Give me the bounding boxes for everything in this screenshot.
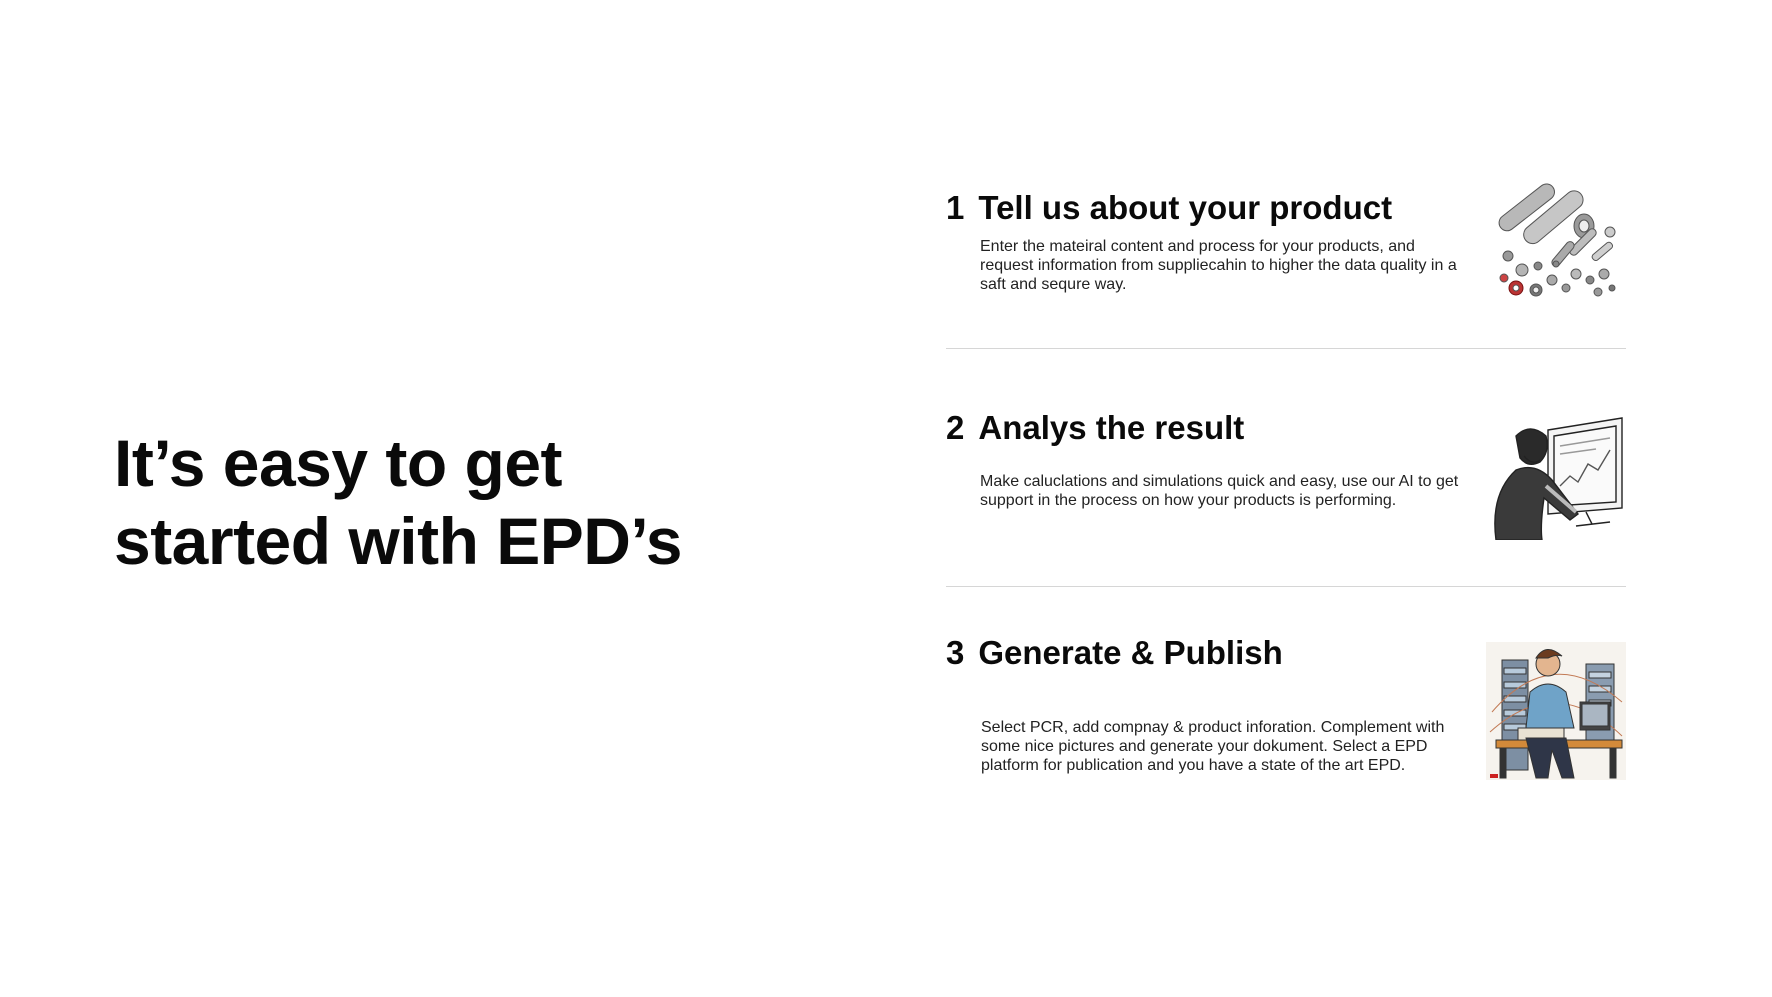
step-3-heading: 3 Generate & Publish: [946, 633, 1283, 673]
step-3-number: 3: [946, 634, 965, 671]
step-2-title: Analys the result: [978, 409, 1245, 446]
page-title-line-2: started with EPD’s: [114, 504, 683, 578]
analyst-at-monitor-icon: [1486, 416, 1626, 540]
step-3-description: Select PCR, add compnay & product infora…: [981, 719, 1445, 774]
step-3: 3 Generate & Publish Select PCR, add comp…: [946, 587, 1626, 787]
page-title-line-1: It’s easy to get: [114, 426, 563, 500]
step-2: 2 Analys the result Make caluclations and…: [946, 348, 1626, 587]
step-2-heading: 2 Analys the result: [946, 408, 1244, 448]
metal-parts-icon: [1486, 178, 1626, 308]
step-1-title: Tell us about your product: [978, 189, 1393, 226]
step-1-description: Enter the mateiral content and process f…: [980, 238, 1457, 293]
step-2-description: Make caluclations and simulations quick …: [980, 473, 1459, 509]
page-title: It’s easy to get started with EPD’s: [114, 424, 754, 580]
step-1: 1 Tell us about your product Enter the ma…: [946, 178, 1626, 349]
person-at-desk-icon: [1486, 642, 1626, 780]
step-1-heading: 1 Tell us about your product: [946, 188, 1392, 228]
step-1-number: 1: [946, 189, 965, 226]
steps-list: 1 Tell us about your product Enter the ma…: [946, 178, 1626, 787]
step-2-number: 2: [946, 409, 965, 446]
step-3-title: Generate & Publish: [978, 634, 1283, 671]
